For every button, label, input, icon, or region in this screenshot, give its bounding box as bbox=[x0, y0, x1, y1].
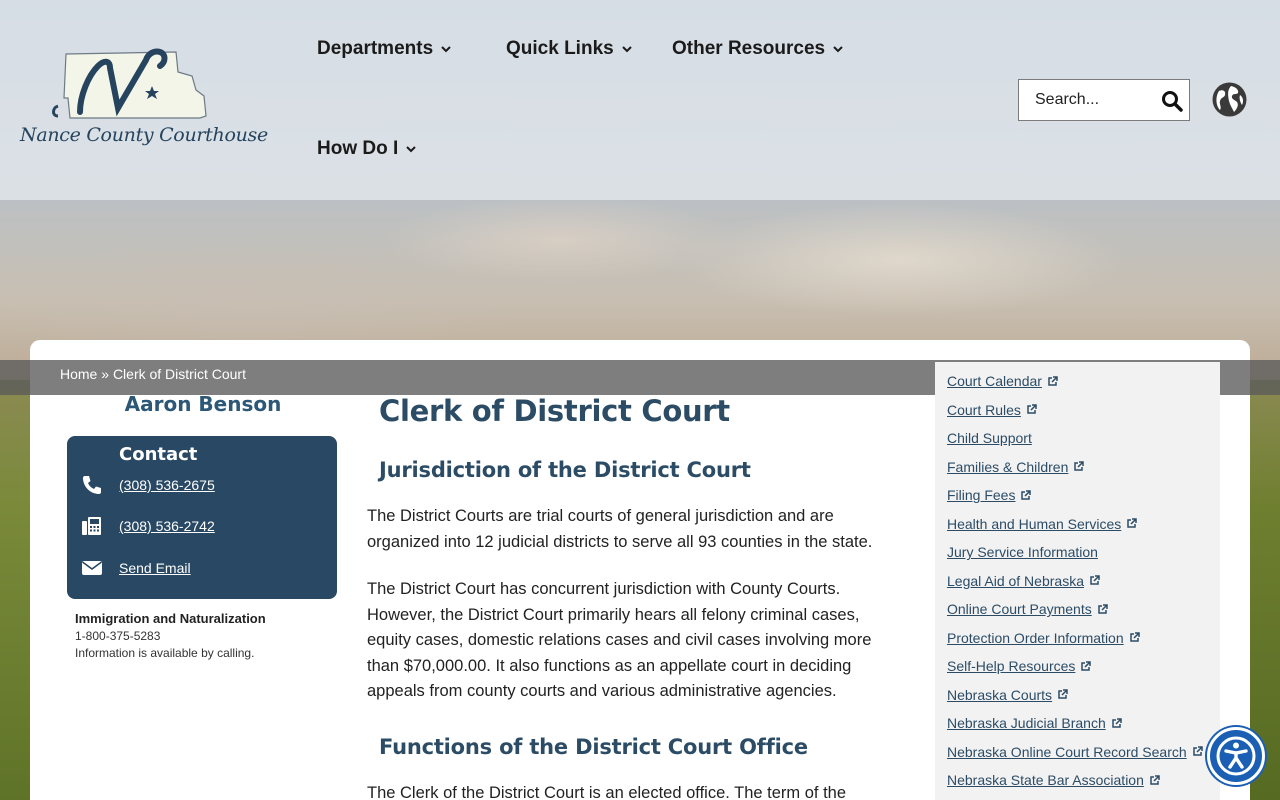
external-link-icon bbox=[1074, 461, 1085, 471]
nav-quick-links[interactable]: Quick Links bbox=[506, 38, 632, 60]
sidebar-link[interactable]: Court Calendar bbox=[947, 373, 1042, 389]
section-heading-functions: Functions of the District Court Office bbox=[379, 734, 808, 759]
external-link-icon bbox=[1129, 632, 1140, 642]
sidebar-link-item: Nebraska Online Court Record Search bbox=[947, 738, 1220, 767]
sidebar-link[interactable]: Child Support bbox=[947, 430, 1032, 446]
left-column: Aaron Benson Contact (308) 536-2675 (308… bbox=[67, 392, 337, 660]
sidebar-link-item: Court Rules bbox=[947, 396, 1220, 425]
contact-fax-row: (308) 536-2742 bbox=[81, 515, 215, 537]
nav-how-do-i[interactable]: How Do I bbox=[317, 138, 416, 160]
sidebar-link[interactable]: Health and Human Services bbox=[947, 516, 1121, 532]
external-link-icon bbox=[1081, 661, 1092, 671]
sidebar-link-item: Filing Fees bbox=[947, 481, 1220, 510]
nav-other-resources-label: Other Resources bbox=[672, 38, 826, 59]
sidebar-link-item: Nebraska State Bar Association bbox=[947, 766, 1220, 795]
paragraph-functions-1: The Clerk of the District Court is an el… bbox=[367, 783, 847, 800]
nav-other-resources[interactable]: Other Resources bbox=[672, 38, 843, 60]
sidebar-link-item: Families & Children bbox=[947, 453, 1220, 482]
contact-title: Contact bbox=[119, 444, 198, 465]
nav-departments-label: Departments bbox=[317, 38, 434, 59]
envelope-icon bbox=[82, 561, 102, 575]
external-link-icon bbox=[1027, 404, 1037, 414]
globe-icon[interactable] bbox=[1211, 81, 1248, 118]
accessibility-button[interactable] bbox=[1207, 727, 1265, 785]
immigration-note: Information is available by calling. bbox=[75, 646, 255, 660]
contact-email-row: Send Email bbox=[81, 557, 191, 579]
external-link-icon bbox=[1058, 689, 1068, 699]
sidebar-link[interactable]: Families & Children bbox=[947, 459, 1068, 475]
breadcrumb-current: Clerk of District Court bbox=[112, 366, 246, 382]
sidebar-link-item: Child Support bbox=[947, 424, 1220, 453]
external-link-icon bbox=[1021, 490, 1032, 500]
sidebar-link-item: Nebraska Judicial Branch bbox=[947, 709, 1220, 738]
breadcrumb-separator: » bbox=[97, 366, 113, 382]
phone-icon bbox=[83, 476, 101, 494]
nav-departments[interactable]: Departments bbox=[317, 38, 451, 60]
sidebar-link-item: Online Court Payments bbox=[947, 595, 1220, 624]
external-link-icon bbox=[1127, 518, 1138, 528]
paragraph-jurisdiction-1: The District Courts are trial courts of … bbox=[367, 507, 873, 551]
send-email-link[interactable]: Send Email bbox=[119, 560, 191, 576]
phone-link[interactable]: (308) 536-2675 bbox=[119, 477, 215, 493]
related-links-list: Court Calendar Court Rules Child Support Fa… bbox=[935, 362, 1220, 795]
nav-quick-links-label: Quick Links bbox=[506, 38, 614, 59]
sidebar-link-item: Jury Service Information bbox=[947, 538, 1220, 567]
page-title: Clerk of District Court bbox=[379, 394, 730, 428]
sidebar-link[interactable]: Nebraska Online Court Record Search bbox=[947, 744, 1187, 760]
sidebar-link[interactable]: Jury Service Information bbox=[947, 544, 1098, 560]
external-link-icon bbox=[1048, 376, 1058, 386]
contact-phone-row: (308) 536-2675 bbox=[81, 474, 215, 496]
chevron-down-icon bbox=[621, 46, 632, 53]
fax-icon bbox=[82, 517, 101, 535]
sidebar-link[interactable]: Self-Help Resources bbox=[947, 658, 1075, 674]
site-header: Nance County Courthouse Departments Quic… bbox=[0, 0, 1280, 200]
sidebar-link[interactable]: Nebraska Courts bbox=[947, 687, 1052, 703]
breadcrumb: Home » Clerk of District Court bbox=[60, 366, 246, 382]
county-name-text: Nance County Courthouse bbox=[20, 124, 268, 146]
chevron-down-icon bbox=[833, 46, 843, 53]
section-heading-jurisdiction: Jurisdiction of the District Court bbox=[379, 458, 751, 482]
search-icon[interactable] bbox=[1161, 90, 1183, 112]
sidebar-link[interactable]: Legal Aid of Nebraska bbox=[947, 573, 1084, 589]
sidebar-link[interactable]: Nebraska Judicial Branch bbox=[947, 715, 1106, 731]
related-links-sidebar: Court Calendar Court Rules Child Support Fa… bbox=[935, 362, 1220, 800]
sidebar-link-item: Court Calendar bbox=[947, 367, 1220, 396]
chevron-down-icon bbox=[441, 46, 451, 53]
sidebar-link-item: Legal Aid of Nebraska bbox=[947, 567, 1220, 596]
sidebar-link-item: Protection Order Information bbox=[947, 624, 1220, 653]
external-link-icon bbox=[1150, 775, 1160, 785]
external-link-icon bbox=[1112, 718, 1122, 728]
external-link-icon bbox=[1097, 604, 1108, 614]
sidebar-link-item: Health and Human Services bbox=[947, 510, 1220, 539]
external-link-icon bbox=[1090, 575, 1100, 585]
immigration-info: Immigration and Naturalization 1-800-375… bbox=[67, 611, 337, 660]
search-box bbox=[1018, 79, 1190, 121]
sidebar-link[interactable]: Filing Fees bbox=[947, 487, 1015, 503]
accessibility-icon bbox=[1216, 736, 1256, 776]
main-content: Clerk of District Court Jurisdiction of … bbox=[367, 392, 907, 800]
immigration-phone: 1-800-375-5283 bbox=[75, 629, 161, 643]
external-link-icon bbox=[1192, 746, 1203, 756]
breadcrumb-home-link[interactable]: Home bbox=[60, 366, 97, 382]
sidebar-link[interactable]: Court Rules bbox=[947, 402, 1021, 418]
chevron-down-icon bbox=[406, 146, 416, 153]
sidebar-link[interactable]: Protection Order Information bbox=[947, 630, 1124, 646]
contact-card: Contact (308) 536-2675 (308) 536-2742 Se… bbox=[67, 436, 337, 599]
fax-link[interactable]: (308) 536-2742 bbox=[119, 518, 215, 534]
nav-how-do-i-label: How Do I bbox=[317, 138, 399, 159]
main-navigation: Departments Quick Links Other Resources … bbox=[317, 0, 997, 200]
search-input[interactable] bbox=[1019, 80, 1159, 120]
paragraph-jurisdiction-2: The District Court has concurrent jurisd… bbox=[367, 580, 872, 700]
sidebar-link-item: Self-Help Resources bbox=[947, 652, 1220, 681]
hero-field-left bbox=[0, 380, 30, 800]
immigration-title: Immigration and Naturalization bbox=[75, 611, 266, 626]
official-name: Aaron Benson bbox=[124, 392, 282, 416]
sidebar-link[interactable]: Nebraska State Bar Association bbox=[947, 772, 1144, 788]
sidebar-link[interactable]: Online Court Payments bbox=[947, 601, 1092, 617]
sidebar-link-item: Nebraska Courts bbox=[947, 681, 1220, 710]
